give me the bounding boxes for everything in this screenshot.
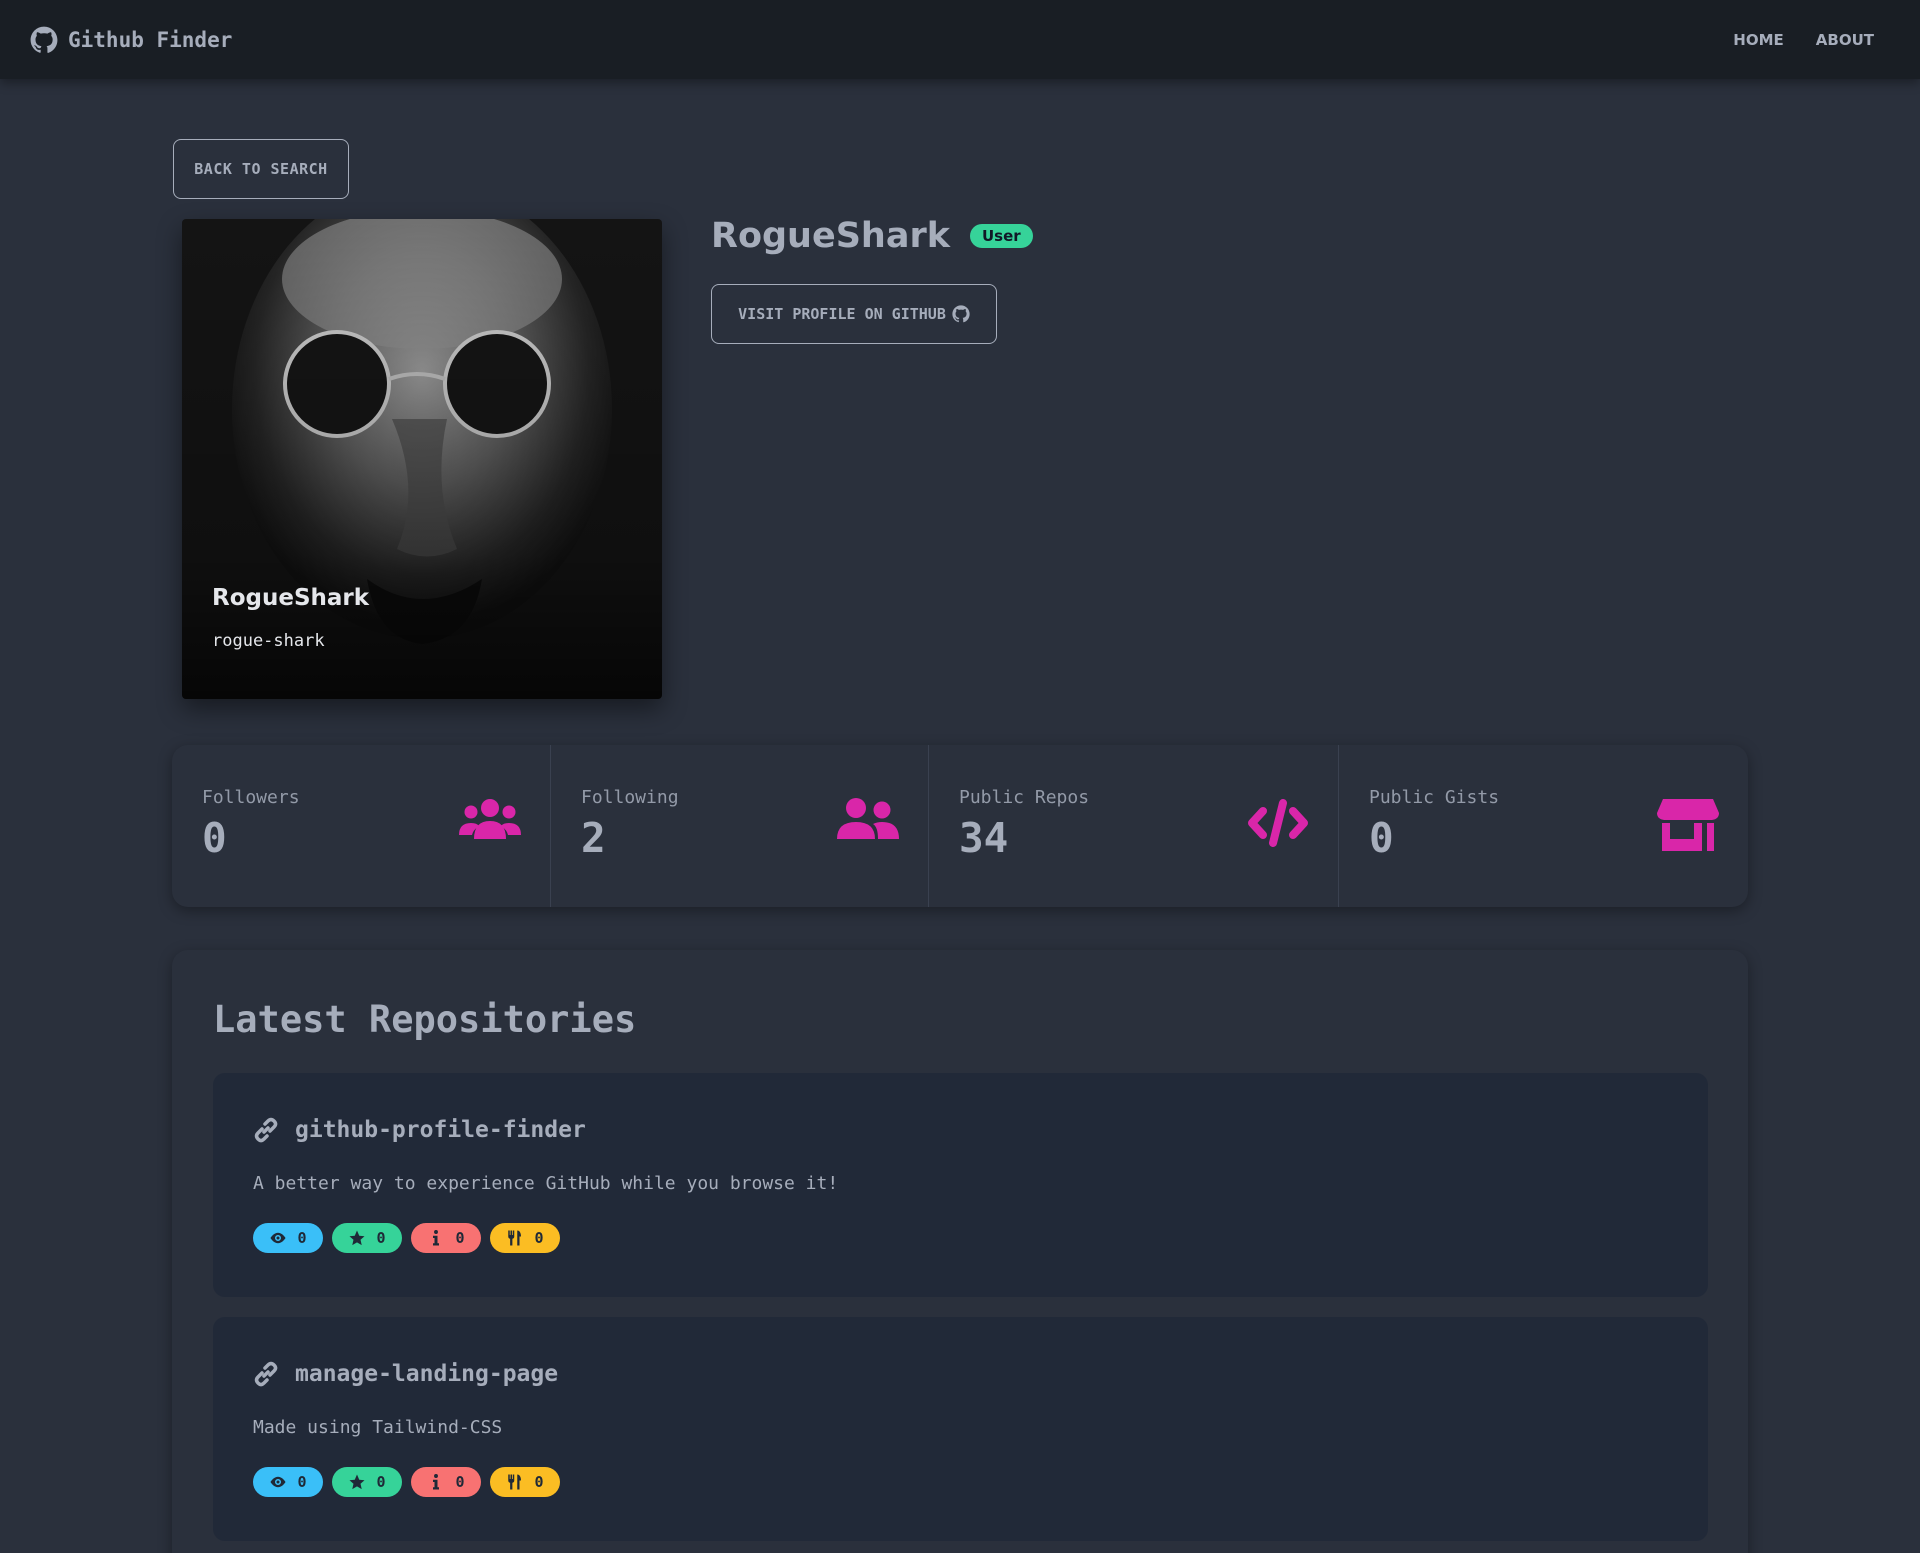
forks-badge: 0 [490, 1467, 560, 1497]
repo-card: manage-landing-page Made using Tailwind-… [213, 1317, 1708, 1541]
repo-description: A better way to experience GitHub while … [253, 1173, 839, 1194]
repo-header: manage-landing-page [253, 1361, 558, 1387]
star-icon [349, 1474, 365, 1490]
issues-badge: 0 [411, 1467, 481, 1497]
eye-icon [270, 1232, 286, 1244]
eye-icon [270, 1476, 286, 1488]
info-icon [433, 1230, 440, 1246]
brand-title: Github Finder [68, 27, 233, 52]
info-icon [433, 1474, 440, 1490]
brand[interactable]: Github Finder [30, 26, 232, 54]
repo-name-link[interactable]: github-profile-finder [295, 1117, 586, 1143]
watchers-badge: 0 [253, 1223, 323, 1253]
user-friends-icon [837, 798, 899, 839]
stars-count: 0 [376, 1229, 386, 1247]
forks-count: 0 [534, 1473, 544, 1491]
star-icon [349, 1230, 365, 1246]
profile-name: RogueShark [711, 216, 950, 256]
visit-github-button[interactable]: VISIT PROFILE ON GITHUB [711, 284, 997, 344]
nav-links: HOME ABOUT [1733, 31, 1890, 49]
link-icon [254, 1361, 278, 1387]
github-icon [30, 26, 58, 53]
back-to-search-button[interactable]: BACK TO SEARCH [173, 139, 349, 199]
repo-description: Made using Tailwind-CSS [253, 1417, 503, 1438]
github-icon [952, 305, 970, 323]
watchers-count: 0 [297, 1473, 307, 1491]
avatar-display-name: RogueShark [212, 585, 370, 611]
avatar-card: RogueShark rogue-shark [182, 219, 662, 699]
issues-badge: 0 [411, 1223, 481, 1253]
avatar [182, 219, 662, 699]
repo-card: github-profile-finder A better way to ex… [213, 1073, 1708, 1297]
stat-public-gists: Public Gists 0 [1338, 745, 1748, 907]
stat-public-repos: Public Repos 34 [928, 745, 1338, 907]
code-icon [1248, 799, 1308, 847]
repo-badges: 0 0 0 0 [253, 1223, 560, 1253]
stat-following: Following 2 [550, 745, 928, 907]
user-type-badge: User [969, 224, 1033, 248]
avatar-login: rogue-shark [212, 631, 325, 651]
profile-title: RogueShark User [711, 216, 1033, 256]
navbar: Github Finder HOME ABOUT [0, 0, 1920, 79]
utensils-icon [508, 1474, 522, 1490]
link-icon [254, 1117, 278, 1143]
repos-title: Latest Repositories [213, 998, 637, 1041]
visit-github-label: VISIT PROFILE ON GITHUB [738, 305, 946, 323]
stat-followers: Followers 0 [172, 745, 550, 907]
stats-panel: Followers 0 Following 2 Public Repos 34 … [172, 745, 1748, 907]
store-icon [1657, 799, 1719, 851]
stars-count: 0 [376, 1473, 386, 1491]
watchers-badge: 0 [253, 1467, 323, 1497]
issues-count: 0 [455, 1229, 465, 1247]
issues-count: 0 [455, 1473, 465, 1491]
utensils-icon [508, 1230, 522, 1246]
latest-repositories-section: Latest Repositories github-profile-finde… [172, 950, 1748, 1553]
forks-count: 0 [534, 1229, 544, 1247]
nav-home-link[interactable]: HOME [1733, 31, 1783, 49]
nav-about-link[interactable]: ABOUT [1816, 31, 1874, 49]
repo-header: github-profile-finder [253, 1117, 586, 1143]
forks-badge: 0 [490, 1223, 560, 1253]
repo-name-link[interactable]: manage-landing-page [295, 1361, 558, 1387]
watchers-count: 0 [297, 1229, 307, 1247]
stars-badge: 0 [332, 1223, 402, 1253]
repo-badges: 0 0 0 0 [253, 1467, 560, 1497]
users-icon [459, 799, 521, 839]
stars-badge: 0 [332, 1467, 402, 1497]
